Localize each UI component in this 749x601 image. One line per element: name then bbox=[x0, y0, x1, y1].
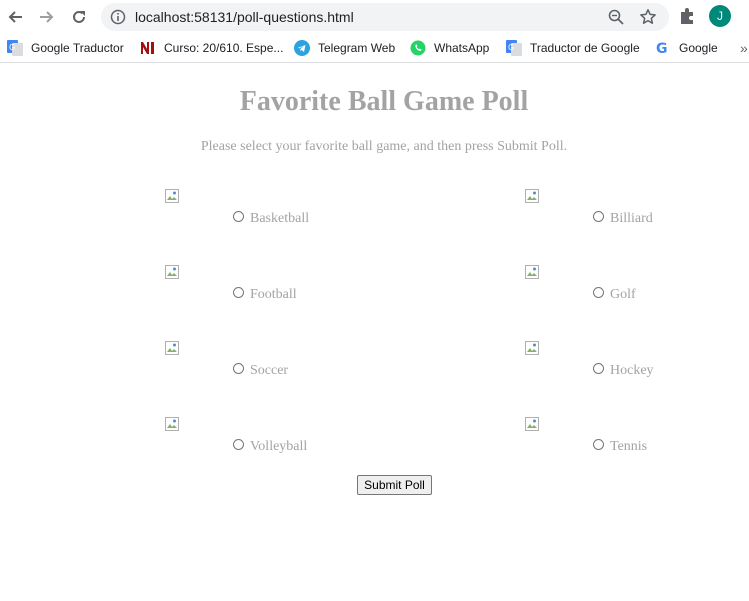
profile-avatar[interactable]: J bbox=[709, 5, 731, 27]
bookmarks-bar: G Google Traductor Curso: 20/610. Espe..… bbox=[0, 34, 749, 63]
radio-soccer[interactable] bbox=[233, 363, 244, 374]
option-hockey: Hockey bbox=[525, 341, 725, 389]
radio-tennis[interactable] bbox=[593, 439, 604, 450]
telegram-icon bbox=[294, 40, 310, 56]
broken-image-icon bbox=[525, 341, 539, 355]
svg-text:G: G bbox=[508, 43, 514, 52]
submit-poll-button[interactable]: Submit Poll bbox=[357, 475, 432, 495]
option-golf: Golf bbox=[525, 265, 725, 313]
option-label: Football bbox=[250, 287, 297, 302]
ni-logo-icon bbox=[140, 40, 156, 56]
radio-billiard[interactable] bbox=[593, 211, 604, 222]
broken-image-icon bbox=[525, 265, 539, 279]
url-text: localhost:58131/poll-questions.html bbox=[135, 9, 354, 25]
extensions-icon[interactable] bbox=[678, 6, 698, 26]
option-label: Golf bbox=[610, 287, 636, 302]
radio-hockey[interactable] bbox=[593, 363, 604, 374]
reload-button[interactable] bbox=[67, 5, 91, 29]
google-translate-icon: G bbox=[7, 40, 23, 56]
option-basketball: Basketball bbox=[165, 189, 365, 237]
option-billiard: Billiard bbox=[525, 189, 725, 237]
option-soccer: Soccer bbox=[165, 341, 365, 389]
back-arrow-icon bbox=[8, 11, 22, 23]
poll-page: Favorite Ball Game Poll Please select yo… bbox=[0, 63, 749, 601]
option-label: Tennis bbox=[610, 439, 648, 454]
radio-golf[interactable] bbox=[593, 287, 604, 298]
broken-image-icon bbox=[525, 189, 539, 203]
broken-image-icon bbox=[165, 341, 179, 355]
zoom-icon[interactable] bbox=[608, 9, 624, 25]
svg-text:G: G bbox=[656, 41, 668, 56]
option-label: Billiard bbox=[610, 211, 653, 226]
google-icon: G bbox=[655, 40, 671, 56]
bookmark-telegram-web[interactable]: Telegram Web bbox=[294, 39, 395, 57]
option-label: Volleyball bbox=[250, 439, 308, 454]
back-button[interactable] bbox=[3, 5, 27, 29]
svg-text:G: G bbox=[9, 43, 15, 52]
browser-toolbar: localhost:58131/poll-questions.html J bbox=[0, 0, 749, 34]
option-football: Football bbox=[165, 265, 365, 313]
bookmark-star-icon[interactable] bbox=[639, 8, 657, 26]
option-label: Hockey bbox=[610, 363, 654, 378]
info-icon[interactable] bbox=[110, 9, 126, 25]
radio-basketball[interactable] bbox=[233, 211, 244, 222]
forward-button[interactable] bbox=[35, 5, 59, 29]
bookmark-traductor-de-google[interactable]: G Traductor de Google bbox=[506, 39, 640, 57]
bookmark-whatsapp[interactable]: WhatsApp bbox=[410, 39, 489, 57]
broken-image-icon bbox=[165, 417, 179, 431]
reload-icon bbox=[73, 10, 85, 23]
address-bar[interactable]: localhost:58131/poll-questions.html bbox=[101, 3, 669, 31]
whatsapp-icon bbox=[410, 40, 426, 56]
bookmarks-overflow-button[interactable]: » bbox=[740, 39, 748, 57]
broken-image-icon bbox=[165, 265, 179, 279]
option-label: Basketball bbox=[250, 211, 310, 226]
broken-image-icon bbox=[165, 189, 179, 203]
forward-arrow-icon bbox=[40, 11, 54, 23]
bookmark-google[interactable]: G Google bbox=[655, 39, 718, 57]
bookmark-curso[interactable]: Curso: 20/610. Espe... bbox=[140, 39, 283, 57]
option-volleyball: Volleyball bbox=[165, 417, 365, 465]
bookmark-google-traductor[interactable]: G Google Traductor bbox=[7, 39, 124, 57]
radio-volleyball[interactable] bbox=[233, 439, 244, 450]
radio-football[interactable] bbox=[233, 287, 244, 298]
option-label: Soccer bbox=[250, 363, 289, 378]
page-title: Favorite Ball Game Poll bbox=[239, 86, 529, 117]
page-subtitle: Please select your favorite ball game, a… bbox=[200, 139, 568, 154]
broken-image-icon bbox=[525, 417, 539, 431]
option-tennis: Tennis bbox=[525, 417, 725, 465]
google-translate-icon: G bbox=[506, 40, 522, 56]
